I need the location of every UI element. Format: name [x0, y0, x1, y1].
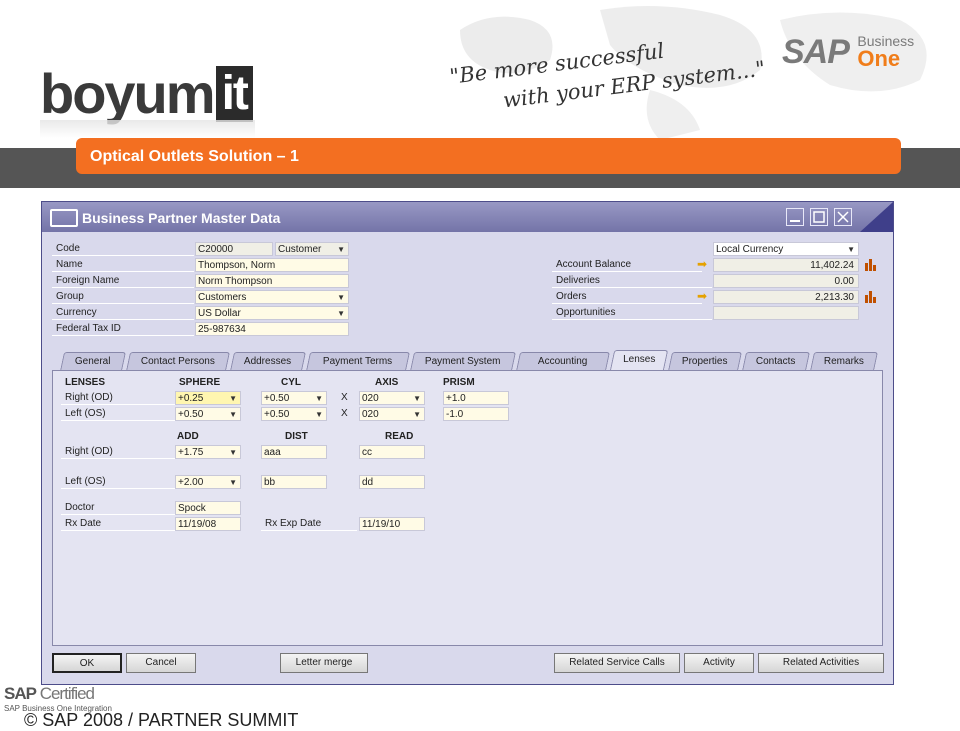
add-header: ADD [177, 431, 199, 442]
slide-title: Optical Outlets Solution – 1 [90, 148, 299, 165]
tab-remarks[interactable]: Remarks [809, 352, 879, 371]
orders-label: Orders [552, 290, 702, 304]
right-read-field[interactable]: cc [359, 445, 425, 459]
right-sphere-dropdown[interactable]: +0.25 [175, 391, 241, 406]
right-od-add-label: Right (OD) [61, 445, 175, 459]
read-header: READ [385, 431, 414, 442]
currency-label: Currency [52, 306, 194, 320]
right-prism-field[interactable]: +1.0 [443, 391, 509, 405]
left-axis-dropdown[interactable]: 020 [359, 407, 425, 422]
boyum-it-logo: boyum it [40, 66, 253, 122]
tab-payment-system[interactable]: Payment System [409, 352, 517, 371]
business-partner-window: Business Partner Master Data Code C20000… [41, 201, 894, 685]
foreign-name-label: Foreign Name [52, 274, 194, 288]
window-form-icon [50, 209, 78, 227]
letter-merge-button[interactable]: Letter merge [280, 653, 368, 673]
left-cyl-dropdown[interactable]: +0.50 [261, 407, 327, 422]
left-dist-field[interactable]: bb [261, 475, 327, 489]
right-dist-field[interactable]: aaa [261, 445, 327, 459]
right-od-label: Right (OD) [61, 391, 175, 405]
window-titlebar: Business Partner Master Data [42, 202, 893, 232]
prism-header: PRISM [443, 377, 475, 388]
sap-certified-logo: SAP Certified SAP Business One Integrati… [4, 684, 112, 713]
left-os-add-label: Left (OS) [61, 475, 175, 489]
close-icon[interactable] [834, 208, 852, 226]
activity-button[interactable]: Activity [684, 653, 754, 673]
currency-dropdown[interactable]: US Dollar [195, 306, 349, 321]
name-label: Name [52, 258, 194, 272]
tab-lenses[interactable]: Lenses [609, 350, 669, 371]
right-axis-dropdown[interactable]: 020 [359, 391, 425, 406]
window-title: Business Partner Master Data [82, 210, 281, 226]
foreign-name-field[interactable]: Norm Thompson [195, 274, 349, 288]
tab-accounting[interactable]: Accounting [515, 352, 611, 371]
related-activities-button[interactable]: Related Activities [758, 653, 884, 673]
rx-exp-date-field[interactable]: 11/19/10 [359, 517, 425, 531]
group-dropdown[interactable]: Customers [195, 290, 349, 305]
left-os-label: Left (OS) [61, 407, 175, 421]
tab-addresses[interactable]: Addresses [229, 352, 307, 371]
tab-contacts[interactable]: Contacts [741, 352, 811, 371]
tab-general[interactable]: General [59, 352, 127, 371]
copyright-text: © SAP 2008 / PARTNER SUMMIT [24, 710, 299, 730]
related-service-calls-button[interactable]: Related Service Calls [554, 653, 680, 673]
doctor-field[interactable]: Spock [175, 501, 241, 515]
sap-business-one-logo: SAP Business One [782, 33, 915, 71]
orders-chart-icon[interactable] [865, 291, 877, 303]
left-sphere-dropdown[interactable]: +0.50 [175, 407, 241, 422]
lenses-header: LENSES [65, 377, 106, 388]
account-balance-field: 11,402.24 [713, 258, 859, 272]
minimize-icon[interactable] [786, 208, 804, 226]
account-balance-label: Account Balance [552, 258, 702, 272]
tab-contact-persons[interactable]: Contact Persons [125, 352, 231, 371]
code-label: Code [52, 242, 194, 256]
orders-link-arrow-icon[interactable]: ➡ [697, 289, 707, 303]
doctor-label: Doctor [61, 501, 175, 515]
left-add-dropdown[interactable]: +2.00 [175, 475, 241, 490]
left-read-field[interactable]: dd [359, 475, 425, 489]
ok-button[interactable]: OK [52, 653, 122, 673]
right-x-label: X [341, 392, 348, 403]
name-field[interactable]: Thompson, Norm [195, 258, 349, 272]
lenses-panel: LENSES SPHERE CYL AXIS PRISM Right (OD) … [52, 370, 883, 646]
balance-link-arrow-icon[interactable]: ➡ [697, 257, 707, 271]
opportunities-label: Opportunities [552, 306, 712, 320]
orders-field: 2,213.30 [713, 290, 859, 304]
slide-title-bar: Optical Outlets Solution – 1 [76, 138, 901, 174]
balance-chart-icon[interactable] [865, 259, 877, 271]
group-label: Group [52, 290, 194, 304]
right-cyl-dropdown[interactable]: +0.50 [261, 391, 327, 406]
left-prism-field[interactable]: -1.0 [443, 407, 509, 421]
tab-payment-terms[interactable]: Payment Terms [305, 352, 411, 371]
axis-header: AXIS [375, 377, 399, 388]
rx-date-field[interactable]: 11/19/08 [175, 517, 241, 531]
local-currency-dropdown[interactable]: Local Currency [713, 242, 859, 257]
federal-tax-id-field[interactable]: 25-987634 [195, 322, 349, 336]
left-x-label: X [341, 408, 348, 419]
opportunities-field [713, 306, 859, 320]
rx-date-label: Rx Date [61, 517, 175, 531]
right-add-dropdown[interactable]: +1.75 [175, 445, 241, 460]
rx-exp-date-label: Rx Exp Date [261, 517, 357, 531]
federal-tax-id-label: Federal Tax ID [52, 322, 194, 336]
dist-header: DIST [285, 431, 308, 442]
tab-properties[interactable]: Properties [667, 352, 743, 371]
code-field[interactable]: C20000 [195, 242, 273, 256]
maximize-icon[interactable] [810, 208, 828, 226]
deliveries-label: Deliveries [552, 274, 712, 288]
deliveries-field: 0.00 [713, 274, 859, 288]
bp-type-dropdown[interactable]: Customer [275, 242, 349, 257]
sphere-header: SPHERE [179, 377, 221, 388]
logo-reflection [40, 120, 255, 138]
titlebar-corner [860, 202, 893, 232]
cyl-header: CYL [281, 377, 301, 388]
cancel-button[interactable]: Cancel [126, 653, 196, 673]
